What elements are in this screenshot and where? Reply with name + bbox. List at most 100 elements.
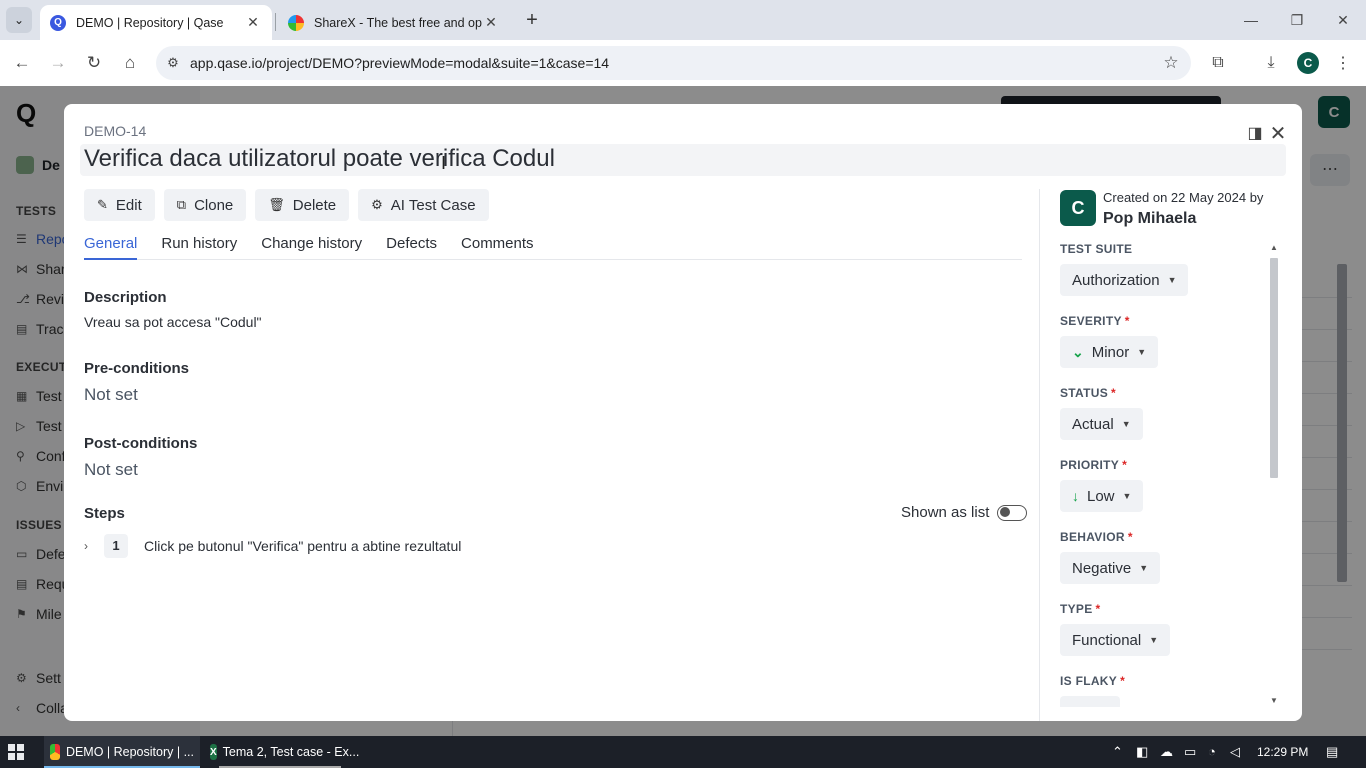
camera-icon[interactable]: ◧ [1136, 744, 1148, 760]
text-cursor-icon: I [441, 153, 447, 173]
property-priority: PRIORITY * ↓ Low ▼ [1060, 458, 1144, 512]
home-icon: ⌂ [124, 53, 136, 72]
caret-down-icon: ▼ [1149, 635, 1159, 645]
shown-as-list-toggle[interactable] [997, 504, 1028, 521]
panel-divider [1039, 189, 1040, 721]
tab-defects[interactable]: Defects [386, 232, 437, 260]
preconditions-label: Pre-conditions [84, 360, 190, 377]
tab-run-history[interactable]: Run history [161, 232, 237, 260]
clone-button[interactable]: ⧉ Clone [163, 189, 247, 221]
onedrive-icon[interactable]: ☁ [1160, 744, 1173, 760]
bookmark-star-icon[interactable]: ☆ [1151, 53, 1191, 73]
close-icon: ✕ [1269, 122, 1287, 145]
browser-tab-sharex[interactable]: ShareX - The best free and ope ✕ [278, 5, 510, 40]
reload-button[interactable]: ↻ [80, 49, 108, 77]
minimize-icon: — [1244, 12, 1258, 28]
windows-start-icon[interactable] [8, 744, 24, 760]
arrow-down-green-icon: ↓ [1072, 488, 1079, 504]
close-tab-icon[interactable]: ✕ [482, 14, 500, 31]
browser-toolbar: ← → ↻ ⌂ ⚙ app.qase.io/project/DEMO?previ… [0, 40, 1366, 86]
status-select[interactable]: Actual ▼ [1060, 408, 1143, 440]
required-marker: * [1127, 530, 1133, 544]
step-item[interactable]: › 1 Click pe butonul "Verifica" pentru a… [84, 534, 784, 558]
url-text: app.qase.io/project/DEMO?previewMode=mod… [190, 55, 610, 71]
required-marker: * [1120, 674, 1126, 688]
caret-down-icon: ▼ [1122, 491, 1132, 501]
back-button[interactable]: ← [8, 49, 36, 77]
arrow-right-icon: → [49, 53, 67, 72]
plus-icon: + [526, 8, 538, 31]
trash-icon: 🗑 [268, 197, 285, 212]
toggle-label: Shown as list [901, 504, 990, 521]
test-suite-select[interactable]: Authorization ▼ [1060, 264, 1189, 296]
address-bar[interactable]: ⚙ app.qase.io/project/DEMO?previewMode=m… [156, 46, 1191, 80]
reload-icon: ↻ [86, 53, 102, 72]
tab-general[interactable]: General [84, 232, 138, 260]
wifi-icon[interactable]: ◔ [1208, 744, 1216, 759]
behavior-select[interactable]: Negative ▼ [1060, 552, 1161, 584]
caret-down-icon: ▼ [1137, 347, 1147, 357]
priority-select[interactable]: ↓ Low ▼ [1060, 480, 1144, 512]
scroll-down-icon[interactable]: ▼ [1267, 695, 1281, 707]
clock[interactable]: 12:29 PM [1257, 745, 1308, 759]
postconditions-label: Post-conditions [84, 435, 198, 452]
steps-label: Steps [84, 505, 125, 522]
chevron-right-icon[interactable]: › [84, 539, 96, 553]
close-modal-button[interactable]: ✕ [1267, 122, 1289, 145]
property-is-flaky: IS FLAKY* No▼ [1060, 674, 1125, 707]
required-marker: * [1124, 314, 1130, 328]
download-icon[interactable]: ⤓ [1258, 50, 1284, 76]
notifications-icon[interactable]: ▤ [1326, 744, 1338, 760]
property-severity: SEVERITY * ⌄ Minor ▼ [1060, 314, 1159, 368]
restore-window-button[interactable]: ❐ [1274, 8, 1320, 32]
creator-name: Pop Mihaela [1103, 210, 1197, 227]
home-button[interactable]: ⌂ [116, 49, 144, 77]
qase-favicon-icon: Q [50, 14, 66, 31]
properties-scrollbar[interactable]: ▲ ▼ [1267, 242, 1281, 707]
profile-avatar[interactable]: C [1297, 52, 1319, 74]
ai-test-case-button[interactable]: ⚙ AI Test Case [358, 189, 489, 221]
type-select[interactable]: Functional ▼ [1060, 624, 1171, 656]
edit-button[interactable]: ✎ Edit [84, 189, 155, 221]
step-number: 1 [104, 534, 128, 558]
preconditions-value: Not set [84, 385, 138, 404]
tab-separator [275, 13, 276, 31]
panel-icon: ◨ [1247, 125, 1263, 142]
chevron-up-icon[interactable]: ⌃ [1112, 744, 1123, 760]
property-label: TEST SUITE [1060, 242, 1133, 256]
sharex-favicon-icon [288, 14, 304, 31]
copy-icon: ⧉ [176, 197, 187, 212]
battery-icon[interactable]: ▭ [1184, 744, 1196, 760]
excel-icon: X [210, 744, 217, 760]
is-flaky-select[interactable]: No▼ [1060, 696, 1121, 707]
property-label: TYPE * [1060, 602, 1101, 616]
scrollbar-thumb[interactable] [1270, 258, 1278, 478]
extensions-icon[interactable]: ⧉ [1205, 50, 1231, 76]
tab-change-history[interactable]: Change history [261, 232, 362, 260]
shown-as-list-control: Shown as list [901, 504, 1028, 521]
caret-down-icon: ▼ [1121, 419, 1131, 429]
browser-tab-qase[interactable]: Q DEMO | Repository | Qase ✕ [40, 5, 272, 40]
minimize-window-button[interactable]: — [1228, 8, 1274, 32]
taskbar-app-excel[interactable]: X Tema 2, Test case - Ex... [204, 736, 359, 768]
property-test-suite: TEST SUITE Authorization ▼ [1060, 242, 1189, 296]
delete-button[interactable]: 🗑 Delete [255, 189, 350, 221]
taskbar-app-chrome[interactable]: DEMO | Repository | ... [44, 736, 200, 768]
close-window-button[interactable]: ✕ [1320, 8, 1366, 32]
tab-title: ShareX - The best free and ope [314, 15, 482, 30]
open-side-panel-button[interactable]: ◨ [1244, 122, 1266, 144]
case-title[interactable]: Verifica daca utilizatorul poate verific… [80, 144, 1286, 176]
browser-tab-bar: ⌄ Q DEMO | Repository | Qase ✕ ShareX - … [0, 0, 1366, 40]
severity-select[interactable]: ⌄ Minor ▼ [1060, 336, 1159, 368]
site-info-icon[interactable]: ⚙ [156, 55, 190, 71]
arrow-left-icon: ← [13, 53, 31, 72]
new-tab-button[interactable]: + [520, 8, 544, 32]
close-tab-icon[interactable]: ✕ [244, 14, 262, 31]
scroll-up-icon[interactable]: ▲ [1267, 242, 1281, 254]
volume-icon[interactable]: ◁ [1230, 744, 1240, 760]
forward-button[interactable]: → [44, 49, 72, 77]
tab-comments[interactable]: Comments [461, 232, 534, 260]
browser-menu-icon[interactable]: ⋮ [1330, 50, 1356, 76]
tab-search-button[interactable]: ⌄ [6, 7, 32, 33]
action-bar: ✎ Edit ⧉ Clone 🗑 Delete ⚙ AI Test Case [84, 189, 489, 221]
